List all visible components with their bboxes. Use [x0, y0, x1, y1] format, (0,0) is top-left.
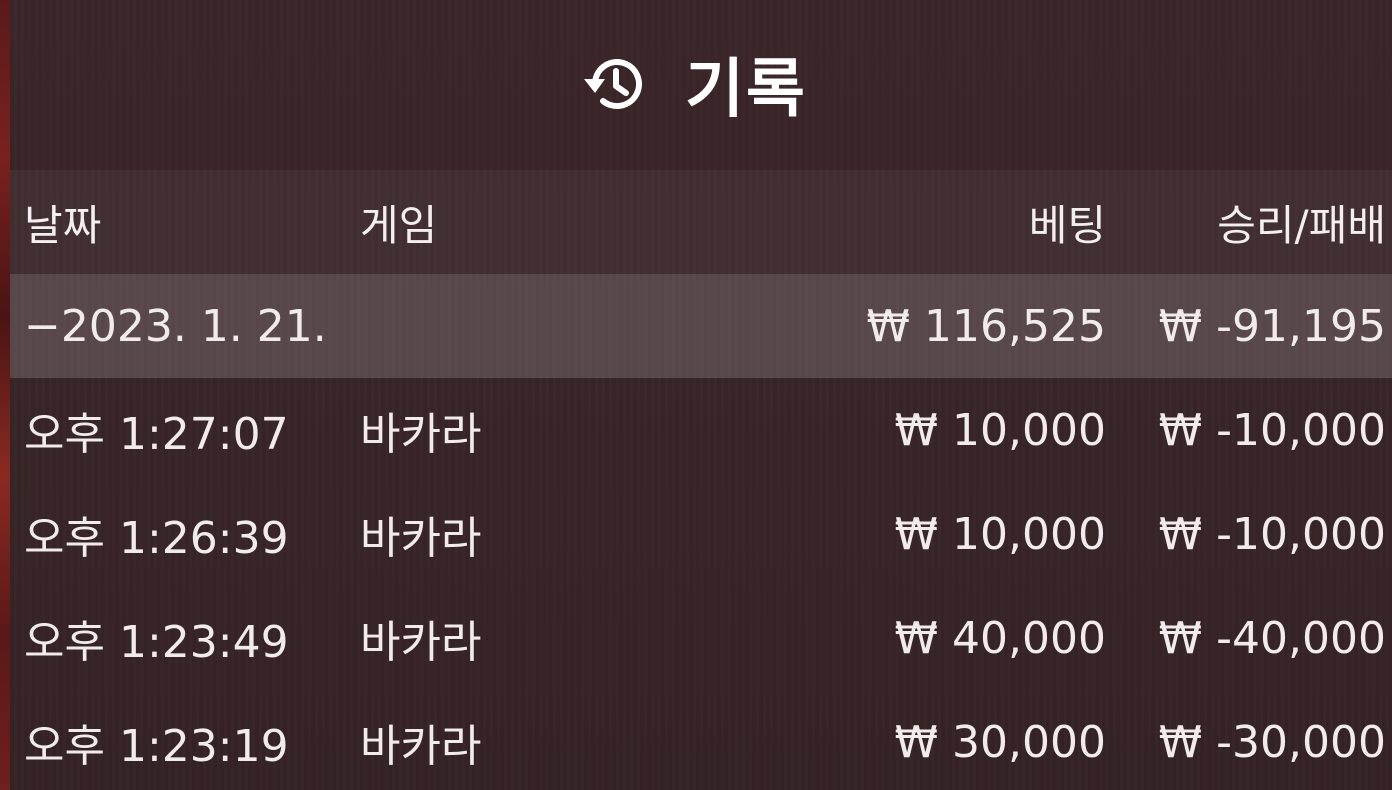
row-win-loss: ₩ -30,000: [1158, 716, 1386, 768]
row-bet: ₩ 10,000: [894, 508, 1106, 560]
history-table: 날짜 게임 베팅 승리/패배 −2023. 1. 21. ₩ 116,525 ₩…: [10, 170, 1392, 790]
page-title: 기록: [685, 53, 807, 127]
table-row[interactable]: 오후 1:27:07 바카라 ₩ 10,000 ₩ -10,000: [10, 378, 1392, 482]
row-time: 오후 1:23:49: [24, 617, 289, 668]
row-win-loss: ₩ -40,000: [1158, 612, 1386, 664]
game-table-edge: [0, 0, 10, 790]
date-group-bet-total: ₩ 116,525: [866, 300, 1106, 352]
row-bet: ₩ 30,000: [894, 716, 1106, 768]
row-time: 오후 1:23:19: [24, 721, 289, 772]
history-panel: 기록 날짜 게임 베팅 승리/패배 −2023. 1. 21. ₩ 116,52…: [10, 0, 1392, 790]
row-bet: ₩ 40,000: [894, 612, 1106, 664]
history-header: 기록: [10, 0, 1392, 168]
date-group-label[interactable]: −2023. 1. 21.: [24, 274, 327, 378]
row-time: 오후 1:27:07: [24, 409, 289, 460]
column-header-game[interactable]: 게임: [360, 170, 437, 274]
row-game: 바카라: [360, 721, 482, 772]
table-row[interactable]: 오후 1:23:49 바카라 ₩ 40,000 ₩ -40,000: [10, 586, 1392, 690]
history-screen: 기록 날짜 게임 베팅 승리/패배 −2023. 1. 21. ₩ 116,52…: [0, 0, 1392, 790]
date-group-win-loss-total: ₩ -91,195: [1158, 300, 1386, 352]
row-game: 바카라: [360, 513, 482, 564]
row-win-loss: ₩ -10,000: [1158, 404, 1386, 456]
header-title-group: 기록: [581, 38, 807, 130]
column-header-win-loss[interactable]: 승리/패배: [1217, 170, 1386, 274]
row-game: 바카라: [360, 617, 482, 668]
column-header-date[interactable]: 날짜: [24, 170, 101, 274]
date-group-row[interactable]: −2023. 1. 21. ₩ 116,525 ₩ -91,195: [10, 274, 1392, 378]
column-header-bet[interactable]: 베팅: [1029, 170, 1106, 274]
row-game: 바카라: [360, 409, 482, 460]
row-time: 오후 1:26:39: [24, 513, 289, 564]
row-win-loss: ₩ -10,000: [1158, 508, 1386, 560]
table-row[interactable]: 오후 1:23:19 바카라 ₩ 30,000 ₩ -30,000: [10, 690, 1392, 790]
history-icon: [581, 49, 651, 119]
table-header-row: 날짜 게임 베팅 승리/패배: [10, 170, 1392, 274]
row-bet: ₩ 10,000: [894, 404, 1106, 456]
table-row[interactable]: 오후 1:26:39 바카라 ₩ 10,000 ₩ -10,000: [10, 482, 1392, 586]
